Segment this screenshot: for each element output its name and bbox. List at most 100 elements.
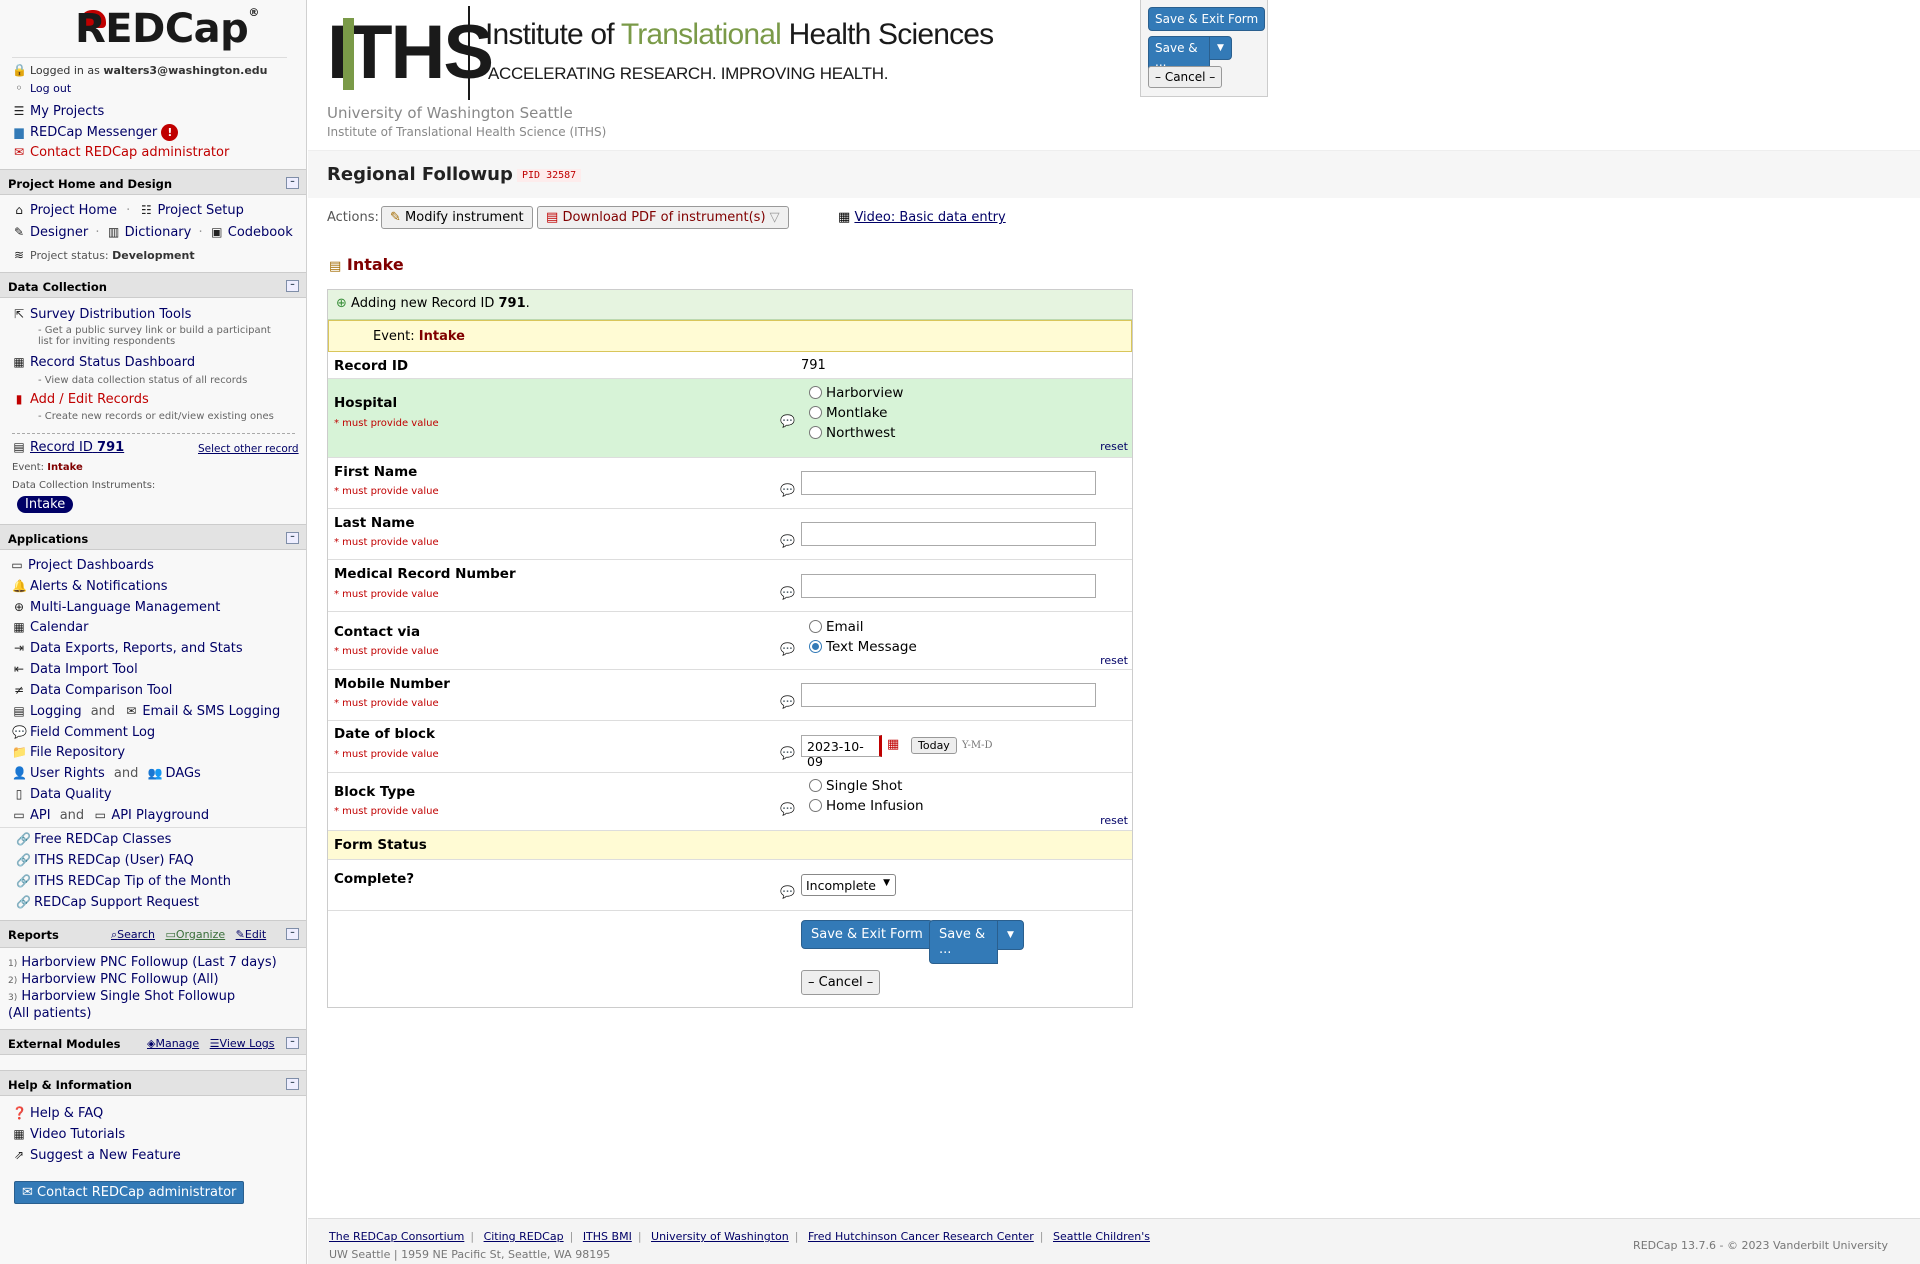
app-alerts[interactable]: 🔔 Alerts & Notifications xyxy=(12,579,167,594)
comment-bubble-icon[interactable]: 💬 xyxy=(780,642,795,656)
reset-link[interactable]: reset xyxy=(1100,440,1128,453)
comment-bubble-icon[interactable]: 💬 xyxy=(780,746,795,760)
cancel-button[interactable]: – Cancel – xyxy=(801,970,881,995)
collapse-icon[interactable]: – xyxy=(286,177,299,189)
designer-link[interactable]: Designer xyxy=(30,225,88,240)
record-status-link[interactable]: ▦ Record Status Dashboard xyxy=(12,355,195,370)
app-data-quality[interactable]: ▯ Data Quality xyxy=(12,787,112,802)
api-link[interactable]: API xyxy=(30,808,51,823)
comment-bubble-icon[interactable]: 💬 xyxy=(780,586,795,600)
link-tip[interactable]: 🔗 ITHS REDCap Tip of the Month xyxy=(16,874,231,889)
report-item[interactable]: 3) Harborview Single Shot Followup (All … xyxy=(8,989,248,1021)
collapse-icon[interactable]: – xyxy=(286,532,299,544)
dictionary-link[interactable]: Dictionary xyxy=(125,225,192,240)
contact-admin-link[interactable]: ✉ Contact REDCap administrator xyxy=(12,145,229,160)
app-field-comment-log[interactable]: 💬 Field Comment Log xyxy=(12,725,155,740)
reset-link[interactable]: reset xyxy=(1100,654,1128,667)
app-data-comparison[interactable]: ≠ Data Comparison Tool xyxy=(12,683,172,698)
report-item[interactable]: 1) Harborview PNC Followup (Last 7 days) xyxy=(8,955,277,970)
comment-bubble-icon[interactable]: 💬 xyxy=(780,534,795,548)
floating-save-exit-button[interactable]: Save & Exit Form xyxy=(1148,7,1266,31)
project-setup-link[interactable]: Project Setup xyxy=(157,203,243,218)
footer-link[interactable]: ITHS BMI xyxy=(583,1230,632,1243)
app-data-exports[interactable]: ⇥ Data Exports, Reports, and Stats xyxy=(12,641,243,656)
download-pdf-button[interactable]: ▤ Download PDF of instrument(s) ▽ xyxy=(537,206,789,229)
radio-home-infusion[interactable]: Home Infusion xyxy=(809,798,924,814)
comment-bubble-icon[interactable]: 💬 xyxy=(780,695,795,709)
logout-link[interactable]: ◦ Log out xyxy=(12,81,71,95)
app-project-dashboards[interactable]: ▭ Project Dashboards xyxy=(10,558,154,573)
app-multilanguage[interactable]: ⊕ Multi-Language Management xyxy=(12,600,220,615)
app-data-import[interactable]: ⇤ Data Import Tool xyxy=(12,662,138,677)
redcap-logo[interactable]: REDCap® xyxy=(75,6,259,52)
project-home-link[interactable]: Project Home xyxy=(30,203,117,218)
contact-admin-button[interactable]: ✉ Contact REDCap administrator xyxy=(14,1181,245,1204)
footer-link[interactable]: Citing REDCap xyxy=(484,1230,564,1243)
divider xyxy=(0,827,306,828)
modify-instrument-button[interactable]: ✎ Modify instrument xyxy=(381,206,533,229)
mobile-input[interactable] xyxy=(801,683,1096,707)
collapse-icon[interactable]: – xyxy=(286,928,299,940)
api-playground-link[interactable]: API Playground xyxy=(111,808,209,823)
radio-text-message[interactable]: Text Message xyxy=(809,639,917,655)
reports-edit-link[interactable]: ✎Edit xyxy=(236,928,267,941)
video-link[interactable]: ▦ Video: Basic data entry xyxy=(838,210,1006,225)
instrument-pill[interactable]: Intake xyxy=(17,496,74,513)
collapse-icon[interactable]: – xyxy=(286,1078,299,1090)
complete-select[interactable]: Incomplete ▼ xyxy=(801,874,896,896)
last-name-input[interactable] xyxy=(801,522,1096,546)
codebook-link[interactable]: Codebook xyxy=(228,225,293,240)
collapse-icon[interactable]: – xyxy=(286,1037,299,1049)
footer-link[interactable]: The REDCap Consortium xyxy=(329,1230,464,1243)
new-record-notice: ⊕ Adding new Record ID 791. xyxy=(328,290,1132,320)
comment-bubble-icon[interactable]: 💬 xyxy=(780,885,795,899)
today-button[interactable]: Today xyxy=(911,737,957,754)
app-calendar[interactable]: ▦ Calendar xyxy=(12,620,88,635)
calendar-icon[interactable]: ▦ xyxy=(887,737,899,752)
save-dropdown-icon[interactable]: ▼ xyxy=(997,920,1024,950)
floating-save-dropdown-icon[interactable]: ▼ xyxy=(1209,36,1232,60)
first-name-input[interactable] xyxy=(801,471,1096,495)
survey-tools-link[interactable]: ⇱ Survey Distribution Tools xyxy=(12,307,191,322)
radio-montlake[interactable]: Montlake xyxy=(809,405,887,421)
comment-bubble-icon[interactable]: 💬 xyxy=(780,483,795,497)
app-file-repository[interactable]: 📁 File Repository xyxy=(12,745,125,760)
radio-email[interactable]: Email xyxy=(809,619,863,635)
link-faq[interactable]: 🔗 ITHS REDCap (User) FAQ xyxy=(16,853,194,868)
radio-single-shot[interactable]: Single Shot xyxy=(809,778,902,794)
link-support[interactable]: 🔗 REDCap Support Request xyxy=(16,895,199,910)
footer-link[interactable]: University of Washington xyxy=(651,1230,789,1243)
radio-harborview[interactable]: Harborview xyxy=(809,385,903,401)
footer-link[interactable]: Fred Hutchinson Cancer Research Center xyxy=(808,1230,1034,1243)
reset-link[interactable]: reset xyxy=(1100,814,1128,827)
link-free-classes[interactable]: 🔗 Free REDCap Classes xyxy=(16,832,171,847)
record-link[interactable]: Record ID 791 xyxy=(30,440,124,455)
manage-modules-link[interactable]: ◈Manage xyxy=(147,1037,199,1050)
floating-cancel-button[interactable]: – Cancel – xyxy=(1148,66,1223,88)
log-icon: ▤ xyxy=(13,704,25,718)
radio-northwest[interactable]: Northwest xyxy=(809,425,895,441)
select-other-record-link[interactable]: Select other record xyxy=(198,443,299,455)
user-rights-link[interactable]: User Rights xyxy=(30,766,105,781)
messenger-link[interactable]: ▆ REDCap Messenger ! xyxy=(12,124,179,141)
report-item[interactable]: 2) Harborview PNC Followup (All) xyxy=(8,972,219,987)
add-edit-records-link[interactable]: ▮ Add / Edit Records xyxy=(12,392,149,407)
dags-link[interactable]: DAGs xyxy=(166,766,201,781)
footer-link[interactable]: Seattle Children's xyxy=(1053,1230,1150,1243)
video-tutorials-link[interactable]: ▦ Video Tutorials xyxy=(12,1127,125,1142)
help-faq-link[interactable]: ❓ Help & FAQ xyxy=(12,1106,103,1121)
date-input[interactable]: 2023-10-09 xyxy=(801,735,882,769)
suggest-feature-link[interactable]: ⇗ Suggest a New Feature xyxy=(12,1148,181,1163)
reports-organize-link[interactable]: ▭Organize xyxy=(165,928,225,941)
save-exit-button[interactable]: Save & Exit Form xyxy=(801,920,933,949)
view-logs-link[interactable]: ☰View Logs xyxy=(210,1037,275,1050)
comment-bubble-icon[interactable]: 💬 xyxy=(780,414,795,428)
save-more-button[interactable]: Save & ... xyxy=(929,920,998,964)
email-sms-logging-link[interactable]: Email & SMS Logging xyxy=(142,704,280,719)
reports-search-link[interactable]: ⌕Search xyxy=(111,928,155,941)
my-projects-link[interactable]: ☰ My Projects xyxy=(12,104,105,119)
logging-link[interactable]: Logging xyxy=(30,704,82,719)
collapse-icon[interactable]: – xyxy=(286,280,299,292)
comment-bubble-icon[interactable]: 💬 xyxy=(780,802,795,816)
mrn-input[interactable] xyxy=(801,574,1096,598)
